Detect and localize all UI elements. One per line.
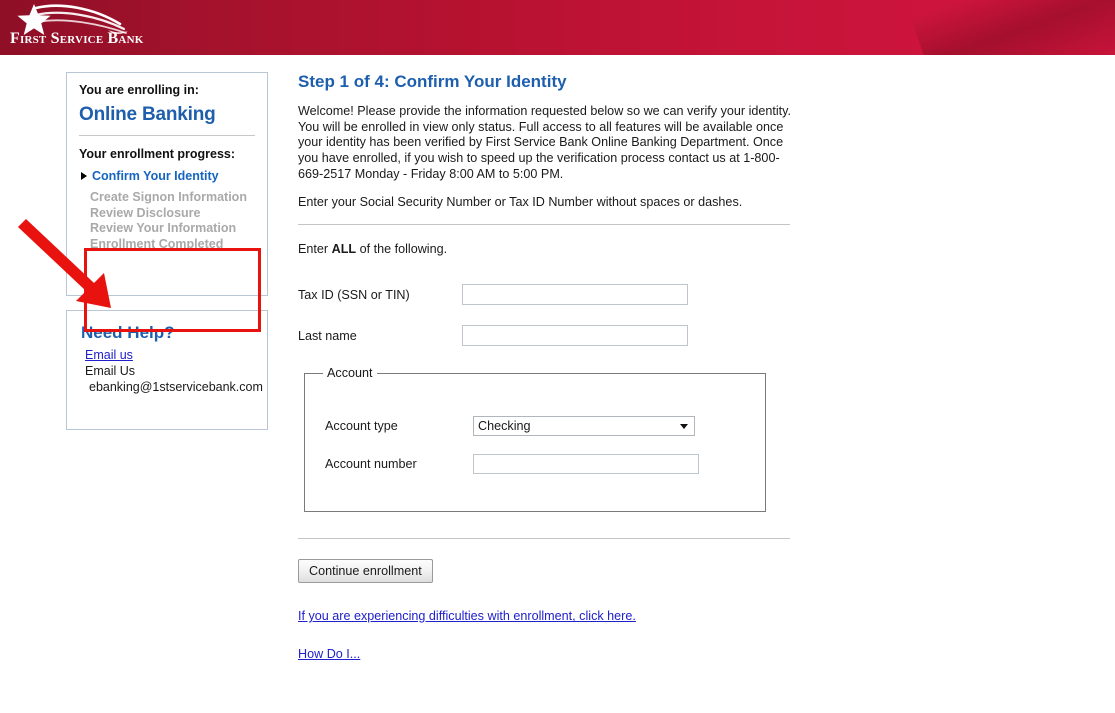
chevron-down-icon <box>680 424 688 430</box>
account-number-label: Account number <box>325 457 417 472</box>
enter-all-prefix: Enter <box>298 242 332 257</box>
support-email-address: ebanking@1stservicebank.com <box>89 380 263 394</box>
page-body: You are enrolling in: Online Banking You… <box>0 55 1115 713</box>
sidebar-upcoming-steps: Create Signon Information Review Disclos… <box>79 187 255 252</box>
sidebar-step-confirm-identity-link[interactable]: Confirm Your Identity <box>92 169 219 183</box>
site-header: First Service Bank <box>0 0 1115 55</box>
triangle-right-icon <box>81 172 87 180</box>
enrollment-difficulties-link[interactable]: If you are experiencing difficulties wit… <box>298 609 818 623</box>
how-do-i-link[interactable]: How Do I... <box>298 647 818 661</box>
sidebar-step-review-information: Review Your Information <box>90 221 237 236</box>
account-fieldset-legend: Account <box>327 366 373 381</box>
account-number-input[interactable] <box>473 454 699 475</box>
panel-divider <box>79 135 255 136</box>
bank-name-wordmark: First Service Bank <box>10 30 144 47</box>
account-type-selected-value: Checking <box>473 416 695 437</box>
last-name-row: Last name <box>298 325 818 347</box>
sidebar-step-confirm-identity[interactable]: Confirm Your Identity <box>81 169 255 183</box>
continue-enrollment-button[interactable]: Continue enrollment <box>298 559 433 584</box>
progress-label: Your enrollment progress: <box>79 147 236 161</box>
header-diagonal-accent <box>910 0 1115 55</box>
account-fieldset: Account Account type Checking Account nu… <box>304 366 766 513</box>
email-us-link[interactable]: Email us <box>85 348 133 362</box>
need-help-panel: Need Help? Email us Email Us ebanking@1s… <box>66 310 268 430</box>
sidebar-step-create-signon: Create Signon Information <box>90 190 247 204</box>
enter-all-emphasis: ALL <box>331 242 357 257</box>
last-name-label: Last name <box>298 328 357 343</box>
enter-all-suffix: of the following. <box>356 242 448 257</box>
enrollment-progress-panel: You are enrolling in: Online Banking You… <box>66 72 268 296</box>
ssn-instruction-paragraph: Enter your Social Security Number or Tax… <box>298 194 743 209</box>
account-type-row: Account type Checking <box>325 416 751 437</box>
sidebar-step-enrollment-completed: Enrollment Completed <box>90 236 224 251</box>
content-divider-bottom <box>298 538 790 540</box>
tax-id-label: Tax ID (SSN or TIN) <box>298 287 410 302</box>
account-number-row: Account number <box>325 454 751 475</box>
enrolling-in-label: You are enrolling in: <box>79 83 199 97</box>
account-type-select[interactable]: Checking <box>473 416 695 437</box>
intro-paragraph: Welcome! Please provide the information … <box>298 104 792 181</box>
email-us-label: Email Us <box>85 364 136 378</box>
sidebar-step-review-disclosure: Review Disclosure <box>90 205 201 220</box>
account-type-label: Account type <box>325 419 398 434</box>
main-content: Step 1 of 4: Confirm Your Identity Welco… <box>298 72 818 661</box>
page-title: Step 1 of 4: Confirm Your Identity <box>298 72 567 91</box>
tax-id-row: Tax ID (SSN or TIN) <box>298 284 818 306</box>
sidebar: You are enrolling in: Online Banking You… <box>66 72 268 430</box>
need-help-title: Need Help? <box>81 323 175 342</box>
tax-id-input[interactable] <box>462 284 688 306</box>
last-name-input[interactable] <box>462 325 688 347</box>
content-divider-top <box>298 224 790 226</box>
enter-all-instruction: Enter ALL of the following. <box>298 242 818 256</box>
product-name: Online Banking <box>79 104 216 125</box>
